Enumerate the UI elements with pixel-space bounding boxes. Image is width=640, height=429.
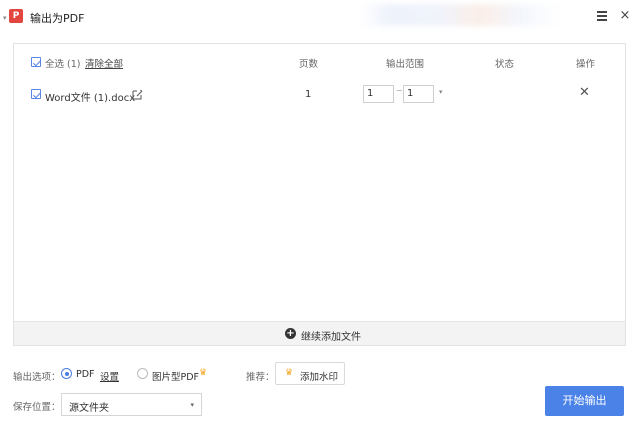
file-checkbox[interactable]	[31, 89, 41, 99]
title-bar-blur	[360, 4, 560, 26]
start-export-button[interactable]: 开始输出	[545, 386, 624, 416]
file-list-panel: 全选 (1) 清除全部 页数 输出范围 状态 操作 Word文件 (1).doc…	[13, 43, 626, 346]
output-options-label: 输出选项：	[13, 372, 61, 383]
add-more-files-button[interactable]: + 继续添加文件	[14, 321, 625, 345]
save-location-select[interactable]: 源文件夹 ▾	[61, 393, 202, 416]
column-header-status: 状态	[495, 59, 515, 70]
save-location-label: 保存位置：	[13, 402, 61, 413]
image-pdf-radio-label: 图片型PDF	[152, 372, 200, 383]
crown-icon: ♛	[285, 368, 294, 378]
recommend-label: 推荐：	[246, 372, 275, 383]
pdf-radio[interactable]	[61, 368, 72, 379]
column-header-actions: 操作	[576, 59, 596, 70]
file-name: Word文件 (1).docx	[45, 93, 136, 104]
plus-circle-icon: +	[285, 328, 296, 339]
range-to-input[interactable]: 1	[403, 85, 434, 103]
settings-link[interactable]: 设置	[100, 369, 119, 383]
add-watermark-button[interactable]: ♛ 添加水印	[275, 362, 345, 385]
range-dropdown-icon[interactable]: ▾	[439, 88, 443, 96]
select-all-checkbox[interactable]	[31, 57, 41, 67]
column-header-range: 输出范围	[386, 59, 425, 70]
column-header-pages: 页数	[299, 59, 319, 70]
title-bar: ▾ P 输出为PDF ×	[0, 0, 640, 34]
select-all-label: 全选 (1)	[45, 59, 81, 70]
chevron-down-icon: ▾	[190, 401, 194, 409]
add-watermark-label: 添加水印	[300, 372, 339, 383]
close-icon[interactable]: ×	[618, 9, 632, 23]
clear-all-link[interactable]: 清除全部	[85, 56, 123, 70]
pdf-radio-label: PDF	[76, 369, 95, 380]
image-pdf-radio[interactable]	[137, 368, 148, 379]
window-menu-marker[interactable]: ▾	[3, 14, 7, 22]
remove-file-icon[interactable]: ✕	[579, 85, 590, 100]
range-from-input[interactable]: 1	[363, 85, 394, 103]
range-separator: ~	[396, 86, 403, 95]
edit-icon[interactable]	[132, 89, 143, 100]
pdf-logo-icon: P	[9, 9, 23, 23]
crown-icon: ♛	[199, 368, 208, 378]
hamburger-menu-icon[interactable]	[596, 10, 608, 22]
add-more-files-label: 继续添加文件	[301, 332, 361, 343]
save-location-value: 源文件夹	[69, 403, 109, 414]
window-title: 输出为PDF	[30, 12, 85, 25]
page-count: 1	[305, 89, 312, 100]
